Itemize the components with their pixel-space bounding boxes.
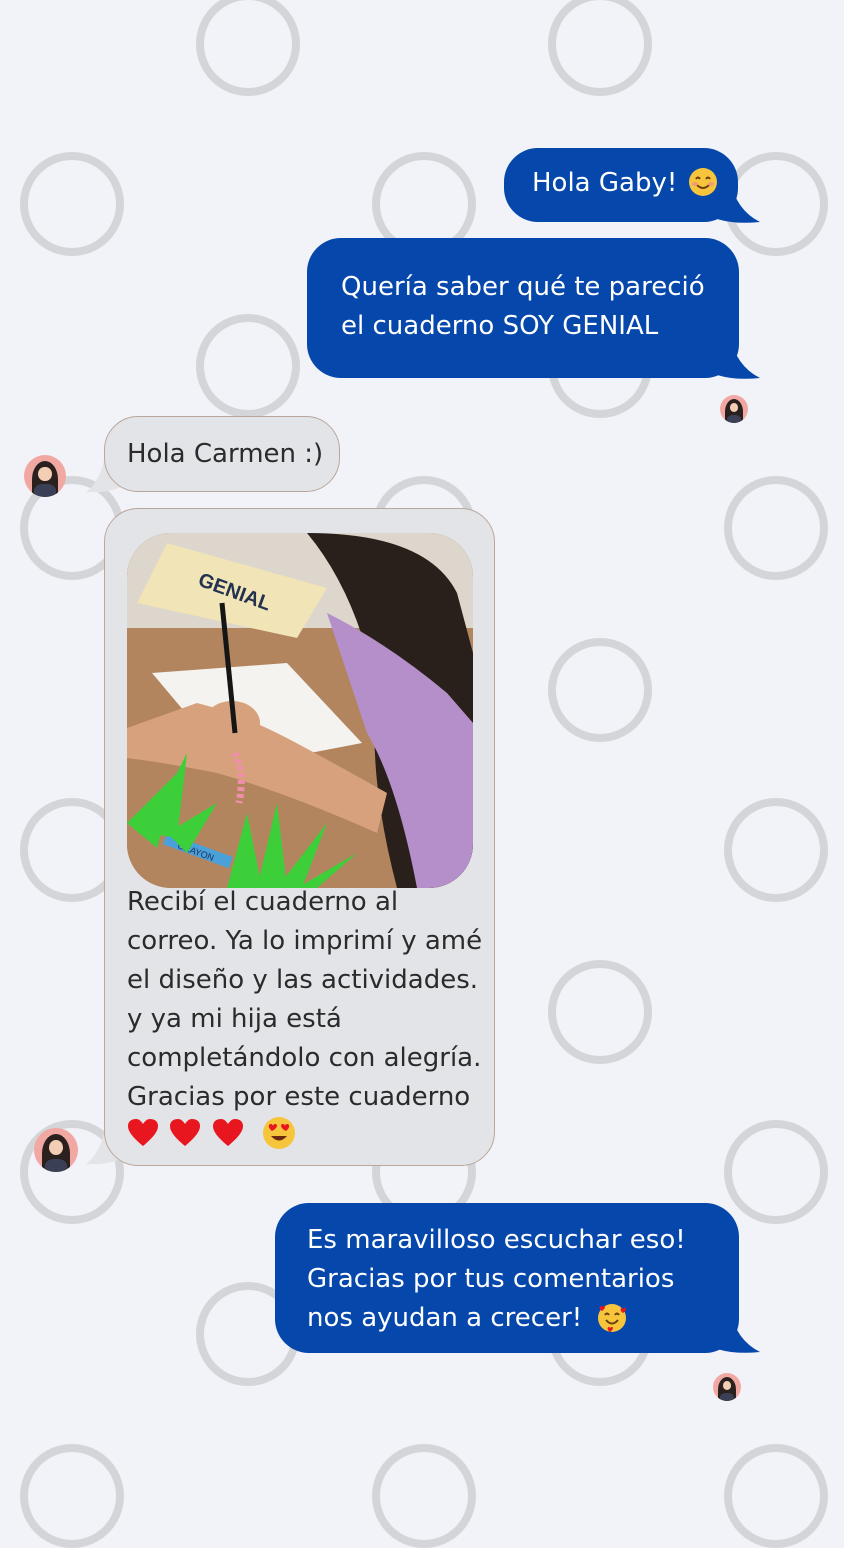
photo-image: GENIAL CRAYON (127, 533, 473, 888)
background-ring (724, 1120, 828, 1224)
message-line: correo. Ya lo imprimí y amé (127, 926, 483, 956)
background-ring (548, 638, 652, 742)
background-ring (20, 1444, 124, 1548)
background-ring (724, 476, 828, 580)
message-line: y ya mi hija está (127, 1004, 342, 1034)
background-ring (20, 152, 124, 256)
message-bubble-received[interactable]: Hola Carmen :) (104, 416, 340, 492)
message-line: Gracias por este cuaderno (127, 1082, 471, 1112)
red-heart-icon (170, 1118, 201, 1146)
smiling-face-icon (688, 167, 717, 196)
background-ring (724, 1444, 828, 1548)
message-bubble-received[interactable]: GENIAL CRAYON Recibí el cuaderno al corr… (104, 508, 495, 1166)
avatar[interactable] (720, 395, 748, 423)
message-line: Quería saber qué te pareció (341, 272, 705, 302)
message-line: el diseño y las actividades. (127, 965, 479, 995)
avatar[interactable] (24, 455, 66, 497)
background-ring (372, 1444, 476, 1548)
message-bubble-sent[interactable]: Quería saber qué te pareció el cuaderno … (307, 238, 739, 378)
smiling-face-with-hearts-icon (598, 1303, 627, 1332)
background-ring (724, 798, 828, 902)
message-line: Recibí el cuaderno al (127, 887, 399, 917)
message-bubble-sent[interactable]: Hola Gaby! (504, 148, 738, 222)
message-line: completándolo con alegría. (127, 1043, 482, 1073)
avatar[interactable] (34, 1128, 78, 1172)
emoji-row (127, 1113, 487, 1149)
background-ring (196, 314, 300, 418)
message-text: Hola Carmen :) (127, 439, 324, 469)
red-heart-icon (212, 1118, 243, 1146)
message-text-block: Recibí el cuaderno al correo. Ya lo impr… (127, 883, 487, 1149)
background-ring (548, 0, 652, 96)
message-line: nos ayudan a crecer! (307, 1303, 583, 1333)
background-ring (196, 0, 300, 96)
message-text: Hola Gaby! (532, 168, 678, 198)
message-line: Es maravilloso escuchar eso! (307, 1225, 686, 1255)
red-heart-icon (128, 1118, 158, 1146)
avatar[interactable] (713, 1373, 741, 1401)
message-bubble-sent[interactable]: Es maravilloso escuchar eso! Gracias por… (275, 1203, 739, 1353)
message-line: el cuaderno SOY GENIAL (341, 311, 659, 341)
background-ring (548, 960, 652, 1064)
message-line-with-emoji: nos ayudan a crecer! (307, 1299, 739, 1338)
message-line: Gracias por tus comentarios (307, 1264, 675, 1294)
heart-eyes-face-icon (262, 1116, 295, 1149)
photo-girl-writing-notebook[interactable]: GENIAL CRAYON (127, 533, 473, 888)
